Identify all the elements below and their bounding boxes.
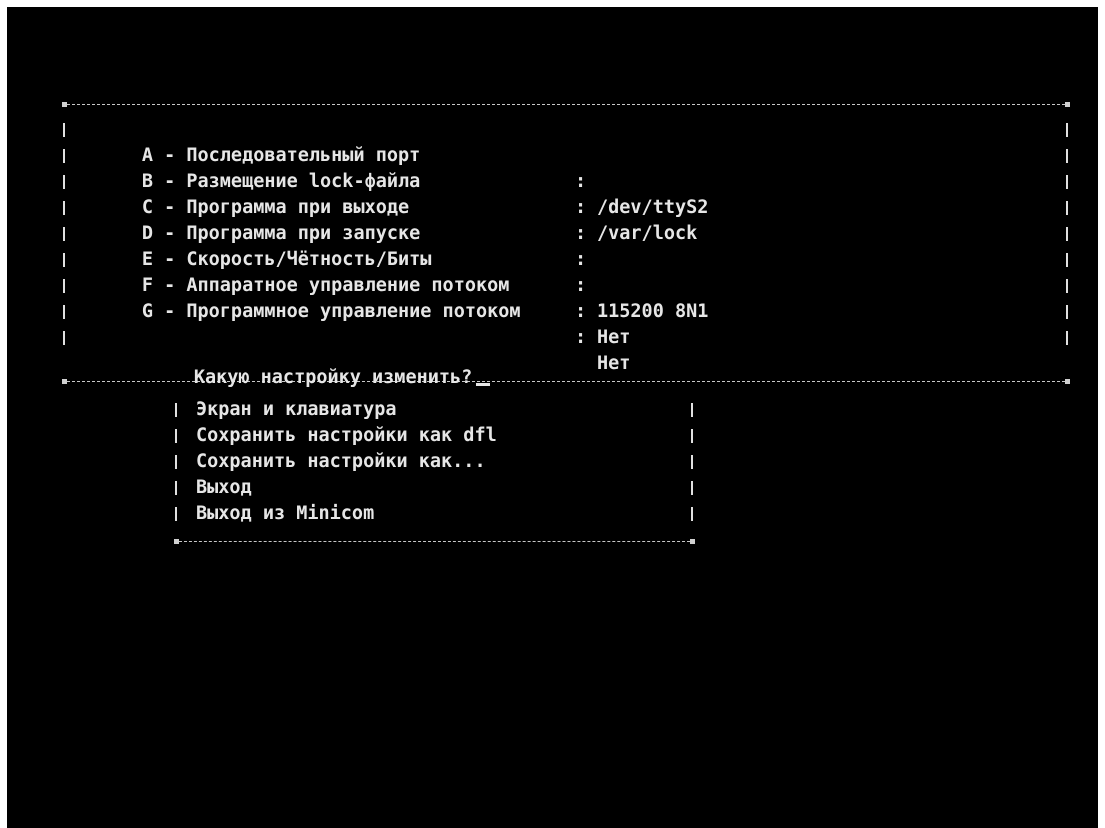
config-separator: : [575, 275, 587, 296]
config-separator: : [575, 171, 587, 192]
config-separator: : [575, 327, 587, 348]
panel-left-border [63, 305, 65, 319]
config-label: C - Программа при выходе [141, 197, 410, 218]
menu-left-border [175, 481, 177, 495]
menu-item-save-dfl[interactable]: Сохранить настройки как dfl [196, 423, 497, 449]
panel-left-border [63, 175, 65, 189]
panel-right-border [1066, 227, 1068, 241]
panel-left-border [63, 253, 65, 267]
panel-left-border [63, 279, 65, 293]
text-cursor [476, 383, 491, 386]
panel-left-border [63, 123, 65, 137]
panel-top-border [67, 104, 1065, 105]
panel-right-border [1066, 279, 1068, 293]
config-value-lockfile: /var/lock [597, 223, 698, 244]
panel-left-border [63, 227, 65, 241]
config-value-hw-flow: Нет [597, 327, 631, 348]
panel-left-border [63, 149, 65, 163]
menu-corner-bottom-right [690, 539, 695, 544]
menu-right-border [691, 429, 693, 443]
config-separator: : [575, 223, 587, 244]
panel-right-border [1066, 175, 1068, 189]
menu-right-border [691, 507, 693, 521]
menu-left-border [175, 403, 177, 417]
panel-left-border [63, 201, 65, 215]
panel-left-border [63, 331, 65, 345]
config-label: E - Скорость/Чётность/Биты [141, 249, 432, 270]
panel-right-border [1066, 305, 1068, 319]
menu-item-screen-keyboard[interactable]: Экран и клавиатура [196, 397, 396, 423]
menu-item-exit[interactable]: Выход [196, 475, 252, 501]
terminal-screen: A - Последовательный порт : /dev/ttyS2 B… [7, 7, 1098, 828]
menu-right-border [691, 455, 693, 469]
config-value-sw-flow: Нет [597, 353, 631, 374]
panel-corner-top-right [1065, 102, 1070, 107]
config-value-bps: 115200 8N1 [597, 301, 709, 322]
menu-left-border [175, 507, 177, 521]
panel-right-border [1066, 201, 1068, 215]
config-separator: : [575, 301, 587, 322]
config-separator: : [575, 197, 587, 218]
config-value-serial-port: /dev/ttyS2 [597, 197, 709, 218]
config-label: G - Программное управление потоком [141, 301, 521, 322]
config-label: A - Последовательный порт [141, 145, 421, 166]
menu-right-border [691, 481, 693, 495]
menu-left-border [175, 455, 177, 469]
panel-right-border [1066, 123, 1068, 137]
config-label: F - Аппаратное управление потоком [141, 275, 510, 296]
menu-right-border [691, 403, 693, 417]
menu-bottom-border [179, 541, 690, 542]
panel-right-border [1066, 149, 1068, 163]
config-separator: : [575, 249, 587, 270]
menu-item-exit-minicom[interactable]: Выход из Minicom [196, 501, 374, 527]
panel-corner-bottom-right [1065, 379, 1070, 384]
config-label: B - Размещение lock-файла [141, 171, 421, 192]
panel-right-border [1066, 331, 1068, 345]
menu-left-border [175, 429, 177, 443]
prompt-text: Какую настройку изменить? [193, 367, 473, 388]
config-label: D - Программа при запуске [141, 223, 421, 244]
panel-right-border [1066, 253, 1068, 267]
menu-item-save-as[interactable]: Сохранить настройки как... [196, 449, 486, 475]
